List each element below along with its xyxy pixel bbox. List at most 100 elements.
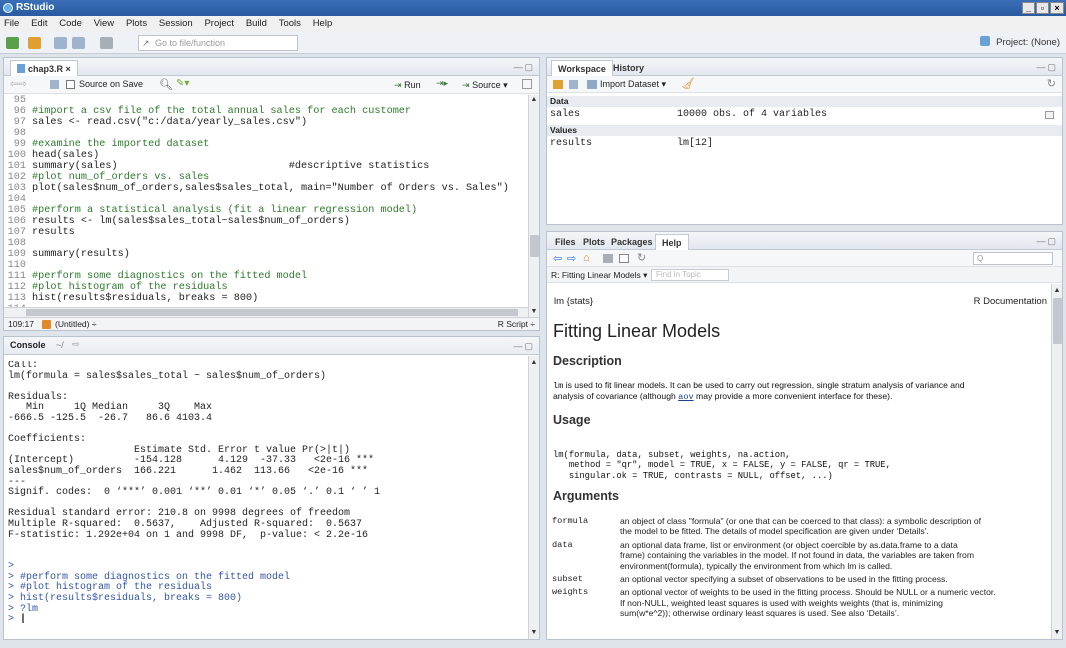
goto-file-input[interactable]: ↗ Go to file/function <box>138 35 298 51</box>
console-pane: Console ~/ ⇨ —▢ Call: lm(formula = sales$… <box>3 336 540 640</box>
line-number: 111 <box>7 271 26 282</box>
minimize-button[interactable]: _ <box>1022 2 1035 14</box>
aov-link[interactable]: aov <box>678 392 693 402</box>
console-title: Console <box>10 340 46 350</box>
console-scroll-up-icon[interactable]: ▲ <box>529 358 539 368</box>
scroll-down-icon[interactable]: ▼ <box>529 307 539 317</box>
save-all-icon[interactable] <box>72 37 85 49</box>
help-minmax-icon[interactable]: —▢ <box>1036 236 1058 247</box>
view-data-grid-icon[interactable] <box>1045 111 1054 119</box>
help-scroll-up-icon[interactable]: ▲ <box>1052 286 1062 296</box>
help-content: lm {stats} R Documentation Fitting Linea… <box>547 284 1051 639</box>
help-toolbar: ⇦ ⇨ ⌂ ↻ Q <box>547 250 1062 267</box>
project-icon <box>980 36 991 46</box>
editor-scrollbar[interactable]: ▲ ▼ <box>528 95 539 317</box>
help-forward-icon[interactable]: ⇨ <box>567 252 576 265</box>
editor-scroll-thumb[interactable] <box>530 235 539 257</box>
rerun-icon[interactable]: ⇥▸ <box>436 78 448 89</box>
line-number: 113 <box>7 293 26 304</box>
pane-minmax-icon[interactable]: —▢ <box>513 62 535 73</box>
console-output-line: Multiple R-squared: 0.5637, Adjusted R-s… <box>8 518 369 530</box>
menu-file[interactable]: File <box>4 18 19 29</box>
find-in-topic-input[interactable]: Find in Topic <box>651 269 729 281</box>
save-editor-icon[interactable] <box>50 80 59 89</box>
console-goto-icon[interactable]: ⇨ <box>72 339 80 350</box>
code-line: 97 sales <- read.csv("c:/data/yearly_sale… <box>4 117 526 128</box>
value-row-results[interactable]: results lm[12] <box>547 137 1062 151</box>
menu-edit[interactable]: Edit <box>31 18 47 29</box>
import-dataset-icon <box>587 80 597 89</box>
close-button[interactable]: × <box>1050 2 1064 14</box>
argument-name: weights <box>552 587 589 598</box>
help-new-window-icon[interactable] <box>619 254 629 263</box>
save-icon[interactable] <box>54 37 67 49</box>
help-scroll-down-icon[interactable]: ▼ <box>1052 628 1062 638</box>
refresh-workspace-icon[interactable]: ↻ <box>1047 77 1056 90</box>
run-arrow-icon: ⇥ <box>394 80 402 90</box>
scroll-up-icon[interactable]: ▲ <box>529 95 539 105</box>
desc-lm-code: lm <box>553 381 564 391</box>
search-icon[interactable]: 🔍︎ <box>159 78 173 91</box>
clear-workspace-broom-icon[interactable]: 🧹︎ <box>681 77 695 90</box>
code-line: 98 <box>4 128 526 139</box>
desc-line1: is used to fit linear models. It can be … <box>563 380 965 390</box>
source-on-save-checkbox[interactable] <box>66 80 75 89</box>
tab-chap3-r[interactable]: chap3.R × <box>10 60 78 76</box>
line-text: results <- lm(sales$sales_total~sales$nu… <box>32 216 350 227</box>
editor-hscrollbar[interactable] <box>4 307 528 317</box>
data-row-sales[interactable]: sales 10000 obs. of 4 variables <box>547 108 1062 122</box>
line-number: 112 <box>7 282 26 293</box>
print-icon[interactable] <box>100 37 113 49</box>
help-search-input[interactable]: Q <box>973 252 1053 265</box>
save-workspace-icon[interactable] <box>569 80 578 89</box>
help-print-icon[interactable] <box>603 254 613 263</box>
import-dataset-button[interactable]: Import Dataset ▾ <box>600 79 666 90</box>
tab-help[interactable]: Help <box>655 234 689 250</box>
code-tools-wand-icon[interactable]: ✎▾ <box>176 78 189 89</box>
workspace-minmax-icon[interactable]: —▢ <box>1036 62 1058 73</box>
back-forward-icon[interactable]: ⇦⇨ <box>10 79 27 90</box>
new-file-icon[interactable] <box>6 37 19 49</box>
tab-workspace[interactable]: Workspace <box>551 60 613 76</box>
menu-plots[interactable]: Plots <box>126 18 147 29</box>
open-project-icon[interactable] <box>28 37 41 49</box>
r-file-icon <box>17 64 25 73</box>
console-scroll-down-icon[interactable]: ▼ <box>529 628 539 638</box>
help-topic-selector[interactable]: R: Fitting Linear Models ▾ <box>551 270 647 281</box>
code-line: 104 <box>4 194 526 205</box>
help-scroll-thumb[interactable] <box>1053 298 1062 344</box>
line-text: hist(results$residuals, breaks = 800) <box>32 293 259 304</box>
load-workspace-icon[interactable] <box>553 80 563 89</box>
tab-history[interactable]: History <box>607 60 650 76</box>
run-button[interactable]: ⇥ Run <box>394 78 421 92</box>
file-type-selector[interactable]: R Script ÷ <box>498 318 535 330</box>
editor-tab-label: chap3.R × <box>28 64 71 74</box>
line-number: 103 <box>7 183 26 194</box>
menu-project[interactable]: Project <box>204 18 234 29</box>
source-button[interactable]: ⇥ Source ▾ <box>462 78 508 92</box>
maximize-button[interactable]: ▫ <box>1036 2 1049 14</box>
help-scrollbar[interactable]: ▲ ▼ <box>1051 284 1062 639</box>
help-topic-bar: R: Fitting Linear Models ▾ Find in Topic <box>547 267 1062 283</box>
document-outline-icon[interactable] <box>522 79 532 89</box>
scope-selector[interactable]: (Untitled) ÷ <box>55 318 97 330</box>
menu-build[interactable]: Build <box>246 18 267 29</box>
code-area[interactable]: 95 96 #import a csv file of the total annu… <box>4 95 526 315</box>
menu-tools[interactable]: Tools <box>279 18 301 29</box>
help-refresh-icon[interactable]: ↻ <box>637 251 646 264</box>
editor-hscroll-thumb[interactable] <box>26 309 518 316</box>
menu-code[interactable]: Code <box>59 18 82 29</box>
window-titlebar: RStudio _ ▫ × <box>0 0 1066 16</box>
menu-session[interactable]: Session <box>159 18 193 29</box>
project-menu[interactable]: Project: (None) <box>980 36 1060 48</box>
help-back-icon[interactable]: ⇦ <box>553 252 562 265</box>
console-output[interactable]: Call: lm(formula = sales$sales_total ~ sa… <box>8 361 528 639</box>
help-home-icon[interactable]: ⌂ <box>583 252 590 264</box>
menu-view[interactable]: View <box>94 18 114 29</box>
menu-help[interactable]: Help <box>313 18 333 29</box>
line-text: #plot num_of_orders vs. sales <box>32 172 210 183</box>
tab-packages[interactable]: Packages <box>605 234 659 250</box>
console-scrollbar[interactable]: ▲ ▼ <box>528 356 539 639</box>
console-minmax-icon[interactable]: —▢ <box>513 341 535 352</box>
